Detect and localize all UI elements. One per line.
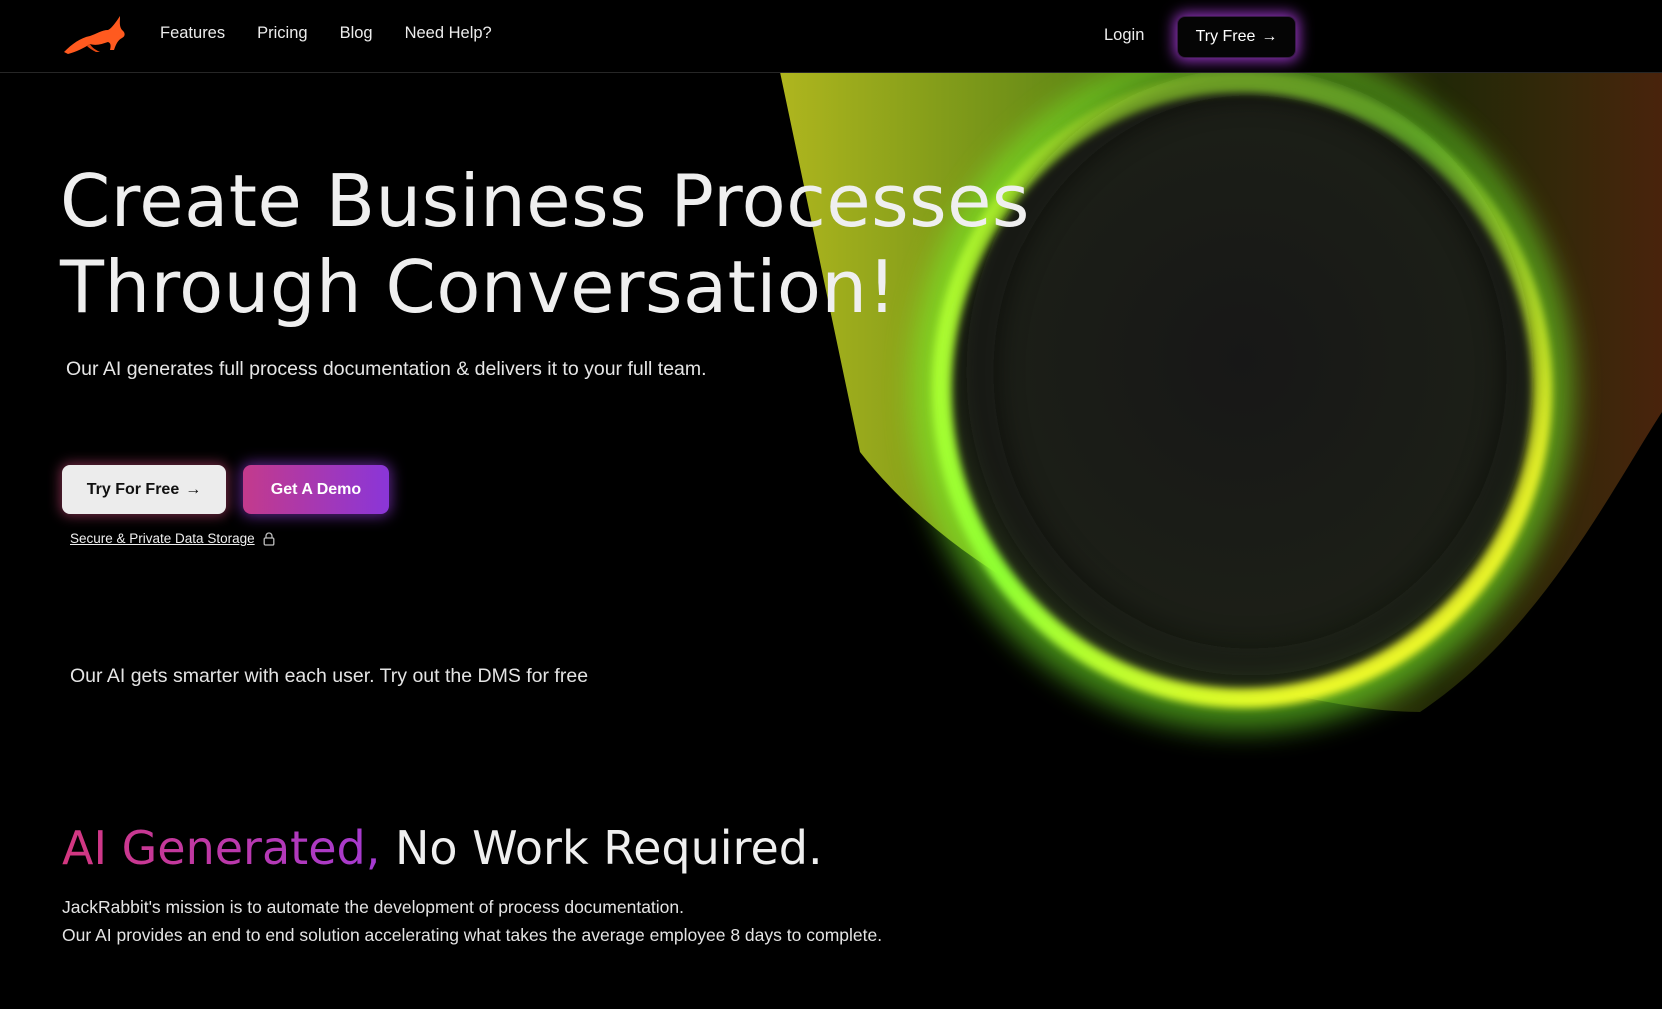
get-a-demo-button[interactable]: Get A Demo — [243, 465, 389, 514]
try-for-free-label: Try For Free — [86, 480, 180, 498]
arrow-right-icon: → — [185, 480, 202, 498]
hero-title-line-2: Through Conversation! — [60, 245, 897, 329]
nav-links: Features Pricing Blog Need Help? — [160, 24, 492, 43]
login-link[interactable]: Login — [1104, 26, 1144, 45]
lock-icon — [263, 531, 275, 546]
try-for-free-button[interactable]: Try For Free → — [62, 465, 226, 514]
section-title-rest: No Work Required. — [394, 821, 823, 875]
arrow-right-icon: → — [1261, 28, 1278, 45]
nav-link-need-help[interactable]: Need Help? — [405, 24, 492, 43]
hero-title-line-1: Create Business Processes — [60, 159, 1030, 243]
mission-line-1: JackRabbit's mission is to automate the … — [62, 897, 685, 917]
dms-promo-text: Our AI gets smarter with each user. Try … — [70, 665, 589, 687]
top-nav: Features Pricing Blog Need Help? Login T… — [0, 0, 1662, 73]
leaping-rabbit-logo[interactable] — [62, 14, 128, 56]
secure-storage-note: Secure & Private Data Storage — [70, 531, 275, 546]
nav-link-pricing[interactable]: Pricing — [257, 24, 307, 43]
nav-link-features[interactable]: Features — [160, 24, 225, 43]
try-free-nav-button[interactable]: Try Free → — [1177, 16, 1296, 58]
section-title: AI Generated, No Work Required. — [62, 818, 823, 878]
hero-subtitle: Our AI generates full process documentat… — [66, 358, 707, 380]
get-a-demo-label: Get A Demo — [270, 480, 362, 498]
landing-page: Features Pricing Blog Need Help? Login T… — [0, 0, 1662, 1009]
try-free-nav-label: Try Free — [1195, 28, 1256, 45]
nav-link-blog[interactable]: Blog — [340, 24, 373, 43]
mission-text: JackRabbit's mission is to automate the … — [62, 893, 882, 949]
mission-line-2: Our AI provides an end to end solution a… — [62, 925, 883, 945]
section-title-accent: AI Generated, — [62, 821, 381, 875]
secure-storage-link[interactable]: Secure & Private Data Storage — [70, 531, 255, 546]
hero-title: Create Business Processes Through Conver… — [60, 158, 1060, 330]
